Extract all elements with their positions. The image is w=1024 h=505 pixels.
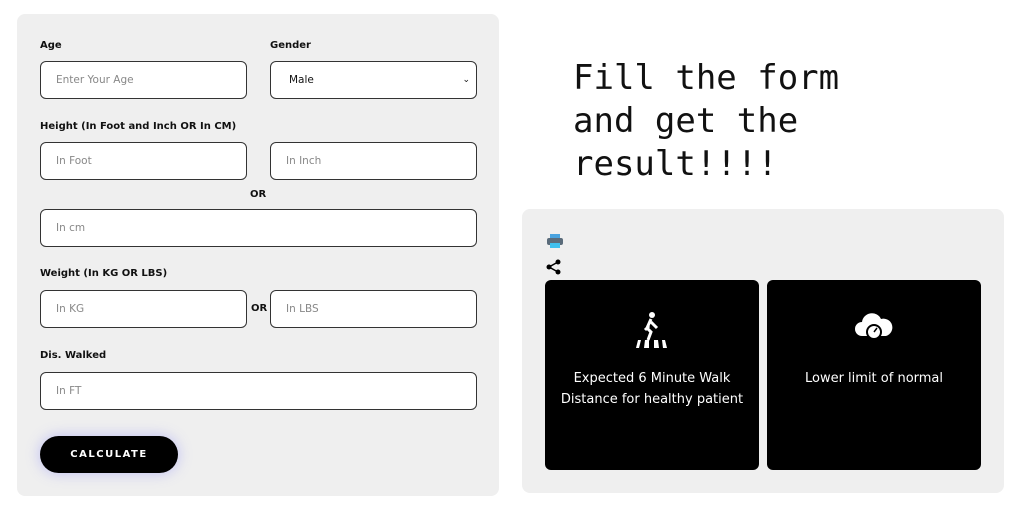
- gender-label: Gender: [270, 40, 311, 51]
- inch-input[interactable]: In Inch: [270, 142, 477, 180]
- calculator-form: Age Enter Your Age Gender Male ⌄ Height (…: [17, 14, 499, 496]
- age-input[interactable]: Enter Your Age: [40, 61, 247, 99]
- distance-input[interactable]: In FT: [40, 372, 477, 410]
- result-card-expected-distance: Expected 6 Minute Walk Distance for heal…: [545, 280, 759, 470]
- pedestrian-crossing-icon: [545, 310, 759, 350]
- calculate-button[interactable]: CALCULATE: [40, 436, 178, 473]
- or-separator: OR: [251, 303, 268, 314]
- results-panel: Expected 6 Minute Walk Distance for heal…: [522, 209, 1004, 493]
- lbs-input[interactable]: In LBS: [270, 290, 477, 328]
- page-heading: Fill the form and get the result!!!!: [573, 58, 840, 184]
- height-label: Height (In Foot and Inch OR In CM): [40, 121, 237, 132]
- gender-select[interactable]: Male ⌄: [270, 61, 477, 99]
- cm-input[interactable]: In cm: [40, 209, 477, 247]
- or-separator: OR: [250, 189, 267, 200]
- distance-label: Dis. Walked: [40, 350, 107, 361]
- share-icon[interactable]: [546, 259, 562, 279]
- kg-input[interactable]: In KG: [40, 290, 247, 328]
- chevron-down-icon: ⌄: [462, 75, 470, 85]
- foot-input[interactable]: In Foot: [40, 142, 247, 180]
- age-label: Age: [40, 40, 62, 51]
- card-text: Lower limit of normal: [804, 371, 944, 386]
- printer-icon[interactable]: [546, 233, 564, 253]
- cloud-speedometer-icon: [767, 310, 981, 346]
- card-text: Expected 6 Minute Walk Distance for heal…: [560, 371, 744, 407]
- gender-value: Male: [289, 74, 314, 86]
- weight-label: Weight (In KG OR LBS): [40, 268, 168, 279]
- result-card-lower-limit: Lower limit of normal: [767, 280, 981, 470]
